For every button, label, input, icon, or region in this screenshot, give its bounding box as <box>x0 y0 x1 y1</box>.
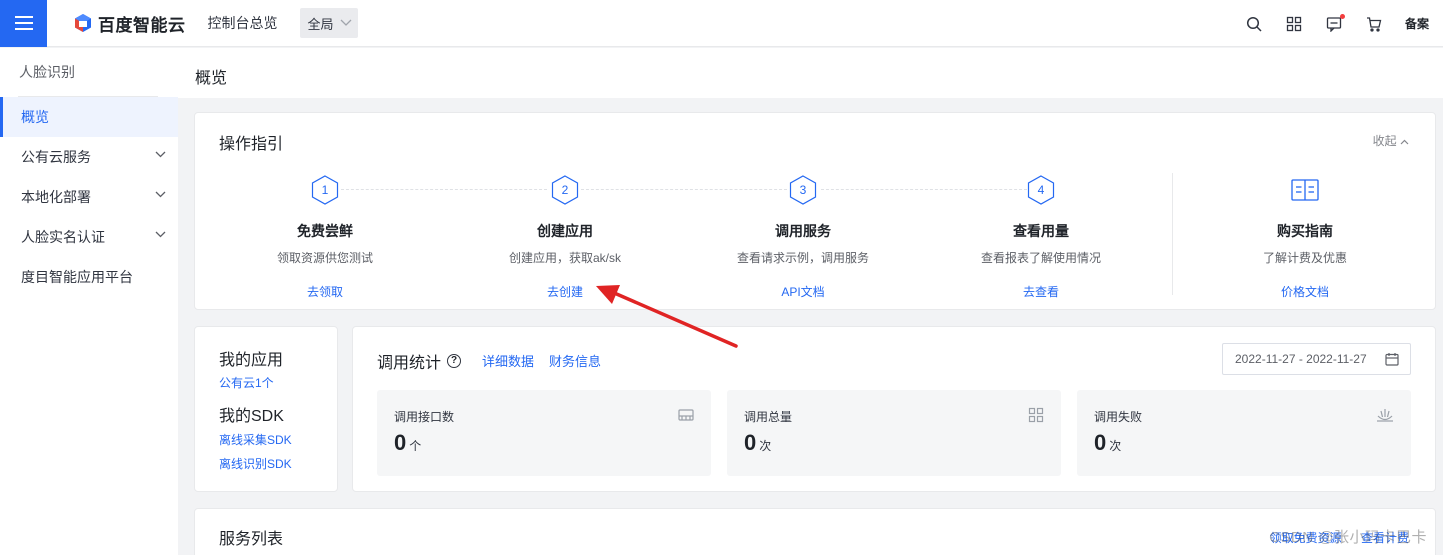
region-select[interactable]: 全局 <box>299 8 358 38</box>
stat-label: 调用接口数 <box>394 410 455 424</box>
offline-recognition-sdk-link[interactable]: 离线识别SDK <box>219 455 292 472</box>
detail-data-link[interactable]: 详细数据 <box>482 351 534 370</box>
baidu-cloud-logo-icon <box>75 14 91 32</box>
stat-value-row: 0次 <box>1094 430 1121 456</box>
step-number-hexagon: 2 <box>551 175 579 205</box>
chevron-down-icon <box>340 19 351 26</box>
my-sdk-title: 我的SDK <box>219 408 284 425</box>
guide-divider <box>1172 173 1173 295</box>
price-doc-link[interactable]: 价格文档 <box>1185 283 1425 300</box>
stat-value: 0 <box>1094 430 1107 455</box>
step-desc: 查看报表了解使用情况 <box>980 251 1101 265</box>
step-number: 3 <box>799 183 807 197</box>
chevron-down-icon <box>155 191 166 198</box>
my-app-card: 我的应用 公有云1个 我的SDK 离线采集SDK 离线识别SDK <box>194 326 338 492</box>
service-list-title: 服务列表 <box>219 531 284 548</box>
stat-label: 调用总量 <box>744 410 793 424</box>
sidebar: 人脸识别 概览 公有云服务 本地化部署 人脸实名认证 度目智能应用平台 <box>0 48 178 555</box>
stat-unit: 次 <box>759 439 772 453</box>
step-title: 创建应用 <box>537 223 593 239</box>
sidebar-item-label: 人脸实名认证 <box>21 229 105 245</box>
buy-guide-desc: 了解计费及优惠 <box>1262 251 1347 265</box>
stats-title: 调用统计 <box>377 355 442 372</box>
call-stats-card: 调用统计 ? 详细数据 财务信息 2022-11-27 - 2022-11-27… <box>352 326 1436 492</box>
calendar-icon <box>1385 353 1399 366</box>
stat-api-count: 调用接口数 0个 <box>377 390 711 476</box>
menu-icon[interactable] <box>0 0 47 47</box>
sidebar-item-dumu-platform[interactable]: 度目智能应用平台 <box>0 257 178 297</box>
top-bar: 百度智能云 控制台总览 全局 备案 <box>0 0 1443 47</box>
step-number-hexagon: 4 <box>1027 175 1055 205</box>
step-title: 调用服务 <box>775 223 831 239</box>
sidebar-item-label: 本地化部署 <box>21 189 91 205</box>
sidebar-item-label: 公有云服务 <box>21 149 91 165</box>
logo-text: 百度智能云 <box>98 15 186 35</box>
stat-value: 0 <box>744 430 757 455</box>
page-header: 概览 <box>178 48 1443 98</box>
collapse-label: 收起 <box>1372 134 1397 148</box>
sidebar-item-label: 度目智能应用平台 <box>21 269 133 285</box>
cart-icon[interactable] <box>1365 15 1383 33</box>
stats-title-row: 调用统计 ? <box>377 349 462 373</box>
public-cloud-apps-link[interactable]: 公有云1个 <box>219 374 274 391</box>
console-overview-link[interactable]: 控制台总览 <box>208 13 278 33</box>
stat-value: 0 <box>394 430 407 455</box>
step-number: 1 <box>321 183 329 197</box>
watermark: CSDN @张小玛卡巴卡 <box>1269 529 1427 546</box>
chevron-down-icon <box>155 231 166 238</box>
step-number-hexagon: 1 <box>311 175 339 205</box>
step-title: 免费尝鲜 <box>297 223 353 239</box>
step-number: 4 <box>1037 183 1045 197</box>
step-desc: 创建应用，获取ak/sk <box>508 251 621 265</box>
beian-link[interactable]: 备案 <box>1405 15 1429 32</box>
chevron-up-icon <box>1400 139 1409 145</box>
stat-total-calls: 调用总量 0次 <box>727 390 1061 476</box>
sidebar-item-public-cloud[interactable]: 公有云服务 <box>0 137 178 177</box>
offline-capture-sdk-link[interactable]: 离线采集SDK <box>219 431 292 448</box>
service-list-card: 服务列表 领取免费资源 查看计费 <box>194 508 1436 555</box>
step-desc: 查看请求示例，调用服务 <box>736 251 869 265</box>
region-value: 全局 <box>307 16 334 32</box>
sidebar-item-real-name-auth[interactable]: 人脸实名认证 <box>0 217 178 257</box>
guide-step-1: 1 免费尝鲜 领取资源供您测试 去领取 <box>205 175 445 300</box>
collapse-button[interactable]: 收起 <box>1373 132 1409 149</box>
notification-dot <box>1339 13 1345 19</box>
date-range-value: 2022-11-27 - 2022-11-27 <box>1235 352 1367 366</box>
date-range-picker[interactable]: 2022-11-27 - 2022-11-27 <box>1222 343 1411 375</box>
annotation-arrow-icon <box>596 285 738 348</box>
message-icon[interactable] <box>1325 13 1345 33</box>
step-title: 查看用量 <box>1013 223 1069 239</box>
claim-link[interactable]: 去领取 <box>205 283 445 300</box>
step-desc: 领取资源供您测试 <box>276 251 373 265</box>
buy-guide: 购买指南 了解计费及优惠 价格文档 <box>1185 175 1425 300</box>
step-number: 2 <box>561 183 569 197</box>
stat-unit: 个 <box>409 439 422 453</box>
book-icon <box>1291 175 1319 205</box>
logo[interactable]: 百度智能云 <box>73 11 186 36</box>
view-usage-link[interactable]: 去查看 <box>921 283 1161 300</box>
stat-value-row: 0个 <box>394 430 421 456</box>
step-number-hexagon: 3 <box>789 175 817 205</box>
stat-unit: 次 <box>1109 439 1122 453</box>
guide-title: 操作指引 <box>219 136 284 153</box>
guide-step-4: 4 查看用量 查看报表了解使用情况 去查看 <box>921 175 1161 300</box>
sidebar-title: 人脸识别 <box>19 64 75 80</box>
grid-icon[interactable] <box>1285 15 1303 33</box>
chevron-down-icon <box>155 151 166 158</box>
page-title: 概览 <box>195 70 228 87</box>
stat-value-row: 0次 <box>744 430 771 456</box>
buy-guide-title: 购买指南 <box>1277 223 1333 239</box>
interface-icon <box>678 409 694 421</box>
operation-guide-card: 操作指引 收起 1 免费尝鲜 领取资源供您测试 去领取 2 创建应用 创建应用，… <box>194 112 1436 310</box>
sidebar-item-overview[interactable]: 概览 <box>0 97 178 137</box>
stat-label: 调用失败 <box>1094 410 1143 424</box>
search-icon[interactable] <box>1245 15 1263 33</box>
failure-icon <box>1377 409 1393 422</box>
help-icon[interactable]: ? <box>447 354 462 368</box>
stat-failed-calls: 调用失败 0次 <box>1077 390 1411 476</box>
sidebar-item-label: 概览 <box>21 109 49 125</box>
sidebar-item-local-deploy[interactable]: 本地化部署 <box>0 177 178 217</box>
my-apps-title: 我的应用 <box>219 352 284 369</box>
grid-icon <box>1028 407 1044 423</box>
